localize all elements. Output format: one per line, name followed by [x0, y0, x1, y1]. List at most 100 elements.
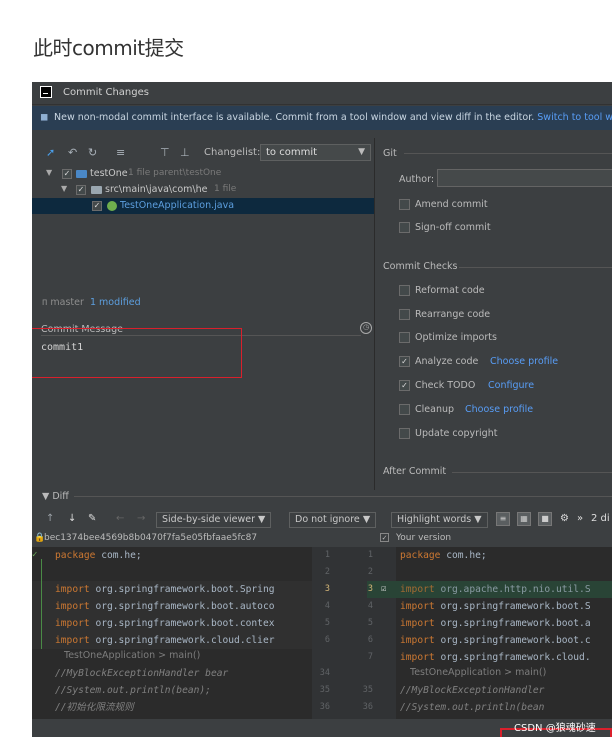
lock-icon[interactable]: ■ [538, 512, 552, 526]
modified-count[interactable]: 1 modified [90, 297, 141, 308]
right-line-6: import org.springframework.boot.c [400, 635, 591, 646]
right-gutter-num: 35 [362, 685, 373, 695]
right-gutter-num: 1 [367, 550, 373, 560]
viewer-value: Side-by-side viewer [162, 514, 255, 525]
left-line-34: //MyBlockExceptionHandler bear [55, 668, 229, 679]
ignore-dropdown[interactable]: Do not ignore ▼ [289, 512, 377, 528]
changelist-label: Changelist: [204, 147, 261, 158]
viewer-dropdown[interactable]: Side-by-side viewer ▼ [156, 512, 272, 528]
include-checkbox[interactable]: ✓ [380, 533, 389, 542]
rollback-icon[interactable]: ↶ [68, 146, 77, 159]
arrow-left-icon[interactable]: ← [116, 513, 124, 524]
configure-link[interactable]: Configure [488, 380, 534, 391]
left-gutter-num: 2 [324, 567, 330, 577]
chevron-down-icon: ▼ [474, 514, 482, 525]
collapse-all-icon[interactable]: ⊥ [180, 146, 190, 159]
update-copyright-checkbox[interactable] [399, 428, 410, 439]
left-revision-hash: bec1374bee4569b8b0470f7fa5e05fbfaae5fc87 [44, 533, 258, 543]
include-change-checkbox[interactable]: ☑ [381, 581, 386, 598]
right-line-1: package com.he; [400, 550, 487, 561]
commit-checks-header: Commit Checks [383, 261, 458, 272]
window-titlebar: Commit Changes [32, 82, 612, 105]
tree-module-name: testOne [90, 168, 128, 179]
group-by-icon[interactable]: ≡ [116, 146, 125, 159]
switch-to-toolwindow-link[interactable]: Switch to tool wi [537, 112, 612, 123]
chevron-down-icon[interactable]: ▼ [61, 184, 67, 193]
right-line-4: import org.springframework.boot.S [400, 601, 591, 612]
left-gutter-num: 36 [319, 702, 330, 712]
author-input[interactable] [437, 169, 612, 187]
diff-code-view: ✓ package com.he; import org.springframe… [32, 547, 612, 737]
analyze-label: Analyze code [415, 356, 479, 367]
cleanup-choose-profile-link[interactable]: Choose profile [465, 404, 533, 415]
diff-arrow-icon[interactable]: ➚ [46, 146, 55, 159]
right-gutter-num: 5 [367, 618, 373, 628]
package-checkbox[interactable]: ✓ [76, 185, 86, 195]
module-checkbox[interactable]: ✓ [62, 169, 72, 179]
edit-icon[interactable]: ✎ [88, 513, 96, 524]
tree-row-file[interactable]: ✓ TestOneApplication.java [32, 198, 374, 214]
divider [459, 267, 612, 268]
diff-label: Diff [52, 491, 69, 502]
left-gutter-num: 5 [324, 618, 330, 628]
amend-checkbox[interactable] [399, 199, 410, 210]
reformat-checkbox[interactable] [399, 285, 410, 296]
tree-row-module[interactable]: ▼ ✓ testOne 1 file parent\testOne [32, 166, 374, 182]
check-todo-label: Check TODO [415, 380, 476, 391]
chevron-down-icon[interactable]: ▼ [46, 168, 52, 177]
gift-icon: ◼ [40, 112, 49, 123]
highlight-dropdown[interactable]: Highlight words ▼ [391, 512, 488, 528]
arrow-right-icon[interactable]: → [137, 513, 145, 524]
expand-all-icon[interactable]: ⊤ [160, 146, 170, 159]
left-gutter-num: 1 [324, 550, 330, 560]
arrow-down-icon[interactable]: ↓ [68, 513, 76, 524]
signoff-label: Sign-off commit [415, 222, 491, 233]
collapse-unchanged-icon[interactable]: ≡ [496, 512, 510, 526]
page-heading: 此时commit提交 [33, 36, 184, 60]
right-gutter-num: 36 [362, 702, 373, 712]
optimize-checkbox[interactable] [399, 332, 410, 343]
chevron-down-icon: ▼ [42, 491, 50, 502]
file-checkbox[interactable]: ✓ [92, 201, 102, 211]
amend-label: Amend commit [415, 199, 488, 210]
check-todo-checkbox[interactable]: ✓ [399, 380, 410, 391]
chevron-down-icon: ▼ [258, 514, 266, 525]
diff-section-header[interactable]: ▼ Diff [42, 491, 69, 502]
right-fold-breadcrumb[interactable]: TestOneApplication > main() [410, 664, 612, 681]
left-gutter-num: 4 [324, 601, 330, 611]
more-icon[interactable]: » [577, 513, 583, 524]
refresh-icon[interactable]: ↻ [88, 146, 97, 159]
signoff-checkbox[interactable] [399, 222, 410, 233]
ignore-value: Do not ignore [295, 514, 360, 525]
gear-icon[interactable]: ⚙ [560, 513, 569, 524]
left-line-3: import org.springframework.boot.Spring [55, 584, 275, 595]
left-line-1: package com.he; [55, 550, 142, 561]
left-line-35: //System.out.println(bean); [55, 685, 211, 696]
git-section-header: Git [383, 148, 397, 159]
clock-icon[interactable]: ◷ [360, 322, 372, 334]
window-title: Commit Changes [63, 87, 149, 98]
java-class-icon [107, 201, 117, 211]
left-gutter-num: 6 [324, 635, 330, 645]
changelist-value: to commit [266, 147, 318, 158]
sync-scroll-icon[interactable]: ▦ [517, 512, 531, 526]
divider [74, 496, 612, 497]
right-gutter-num: 6 [367, 635, 373, 645]
right-gutter-num: 2 [367, 567, 373, 577]
analyze-checkbox[interactable]: ✓ [399, 356, 410, 367]
tree-row-package[interactable]: ▼ ✓ src\main\java\com\he 1 file [32, 182, 374, 198]
right-gutter-num: 7 [367, 652, 373, 662]
chevron-down-icon: ▼ [358, 147, 365, 157]
cleanup-checkbox[interactable] [399, 404, 410, 415]
analyze-choose-profile-link[interactable]: Choose profile [490, 356, 558, 367]
divider [452, 472, 612, 473]
left-gutter-num: 3 [324, 584, 330, 594]
changelist-dropdown[interactable]: to commit ▼ [260, 144, 371, 161]
rearrange-checkbox[interactable] [399, 309, 410, 320]
tree-package-meta: 1 file [214, 184, 237, 194]
branch-status: ᴨ master 1 modified [42, 297, 141, 308]
left-fold-breadcrumb[interactable]: TestOneApplication > main() [64, 647, 310, 664]
right-gutter-num: 3 [367, 584, 373, 594]
right-line-3: import org.apache.http.nio.util.S [400, 584, 591, 595]
arrow-up-icon[interactable]: ↑ [46, 513, 54, 524]
